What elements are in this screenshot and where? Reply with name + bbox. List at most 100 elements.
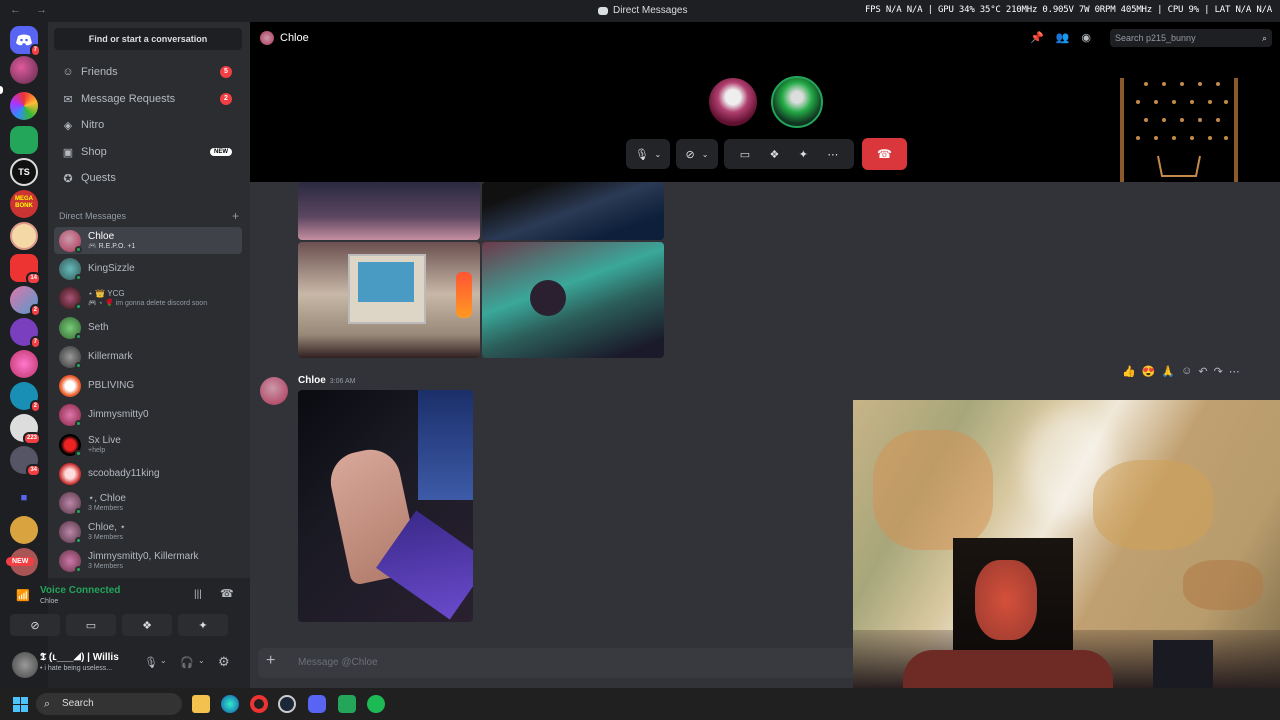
message-author[interactable]: Chloe xyxy=(298,375,326,386)
thumbs-up-reaction-icon[interactable]: 👍 xyxy=(1122,365,1136,378)
dm-name: Sx Live xyxy=(88,434,121,446)
dm-item[interactable]: ⋆ 👑 YCG 🎮 ⋆ 🌹 im gonna delete discord soo… xyxy=(54,284,242,311)
nav-arrows[interactable]: ← → xyxy=(10,4,53,16)
call-actions: ▭ ❖ ✦ ⋯ xyxy=(724,139,854,169)
add-reaction-icon[interactable]: ☺ xyxy=(1181,365,1192,378)
nav-shop[interactable]: ▣ Shop NEW xyxy=(54,140,242,164)
soundboard-icon[interactable]: ✦ xyxy=(799,148,808,161)
call-participant-avatar[interactable] xyxy=(771,76,823,128)
app-icon[interactable] xyxy=(338,695,356,713)
dm-name: Killermark xyxy=(88,351,133,362)
screen-share-button[interactable]: ▭ xyxy=(66,614,116,636)
server-icon[interactable]: TS xyxy=(10,158,38,186)
server-icon[interactable]: 34 xyxy=(10,446,41,477)
call-participant-avatar[interactable] xyxy=(707,76,759,128)
dm-members: 3 Members xyxy=(88,504,124,512)
dm-item[interactable]: Chloe 🎮 R.E.P.O. +1 xyxy=(54,227,242,254)
discord-taskbar-icon[interactable] xyxy=(308,695,326,713)
screen-share-icon[interactable]: ▭ xyxy=(740,148,750,161)
server-icon[interactable] xyxy=(10,126,38,154)
heart-eyes-reaction-icon[interactable]: 😍 xyxy=(1142,365,1156,378)
nav-quests[interactable]: ✪ Quests xyxy=(54,166,242,190)
windows-start-icon[interactable] xyxy=(13,697,28,712)
server-icon[interactable] xyxy=(10,516,38,544)
reply-icon[interactable]: ↶ xyxy=(1198,365,1207,378)
dm-item[interactable]: ⋆, Chloe 3 Members xyxy=(54,489,242,516)
headphones-icon[interactable]: 🎧 xyxy=(180,656,194,669)
folder-icon[interactable]: ■ xyxy=(10,484,38,512)
server-icon[interactable]: 2 xyxy=(10,382,41,413)
dm-item[interactable]: Jimmysmitty0 xyxy=(54,401,242,428)
nav-nitro[interactable]: ◈ Nitro xyxy=(54,113,242,137)
message-avatar[interactable] xyxy=(260,377,288,405)
attached-image[interactable] xyxy=(482,242,664,358)
attached-image[interactable] xyxy=(298,182,480,240)
noise-suppression-icon[interactable]: ||| xyxy=(194,589,202,600)
dm-item[interactable]: scoobady11king xyxy=(54,460,242,487)
attached-image[interactable] xyxy=(482,182,664,240)
server-icon[interactable] xyxy=(10,222,38,250)
server-icon[interactable] xyxy=(10,350,38,378)
dm-item[interactable]: Chloe, ⋆ 3 Members xyxy=(54,518,242,545)
attached-image[interactable] xyxy=(298,242,480,358)
microphone-icon[interactable]: 🎙 xyxy=(144,656,158,669)
activities-icon[interactable]: ❖ xyxy=(769,148,779,161)
user-panel: 📶 Voice Connected Chloe ||| ☎ ⊘ ▭ ❖ ✦ 𝕿 … xyxy=(10,578,250,688)
dm-name: Chloe xyxy=(88,230,115,242)
dm-item[interactable]: KingSizzle xyxy=(54,255,242,282)
dm-item[interactable]: PBLIVING xyxy=(54,372,242,399)
add-attachment-icon[interactable]: + xyxy=(266,652,275,670)
steam-icon[interactable] xyxy=(278,695,296,713)
group-avatar xyxy=(59,520,82,544)
nav-message-requests[interactable]: ✉ Message Requests 2 xyxy=(54,87,242,111)
friends-icon: ☺ xyxy=(62,66,74,78)
pin-icon[interactable]: 📌 xyxy=(1030,31,1044,44)
dm-item[interactable]: Sx Live +help xyxy=(54,431,242,458)
mute-toggle[interactable]: 🎙 ⌄ xyxy=(626,139,670,169)
avatar xyxy=(59,433,82,457)
attached-image[interactable] xyxy=(298,390,473,622)
user-avatar[interactable] xyxy=(12,652,38,678)
spotify-icon[interactable] xyxy=(367,695,385,713)
soundboard-button[interactable]: ✦ xyxy=(178,614,228,636)
disconnect-icon[interactable]: ☎ xyxy=(220,587,234,600)
chevron-down-icon[interactable]: ⌄ xyxy=(198,656,205,665)
server-badge: 223 xyxy=(22,432,41,445)
activities-button[interactable]: ❖ xyxy=(122,614,172,636)
opera-icon[interactable] xyxy=(250,695,268,713)
edge-icon[interactable] xyxy=(221,695,239,713)
gear-icon[interactable]: ⚙ xyxy=(218,654,230,670)
find-conversation-button[interactable]: Find or start a conversation xyxy=(54,28,242,50)
server-icon[interactable] xyxy=(10,92,38,120)
file-explorer-icon[interactable] xyxy=(192,695,210,713)
taskbar-search[interactable]: ⌕ Search xyxy=(36,693,182,715)
create-dm-plus-icon[interactable]: + xyxy=(232,209,239,223)
server-icon[interactable] xyxy=(10,56,38,84)
user-name[interactable]: 𝕿 (ʟ___◢) | Willis xyxy=(40,652,119,663)
more-icon[interactable]: ⋯ xyxy=(827,148,838,161)
home-button[interactable]: 7 xyxy=(10,26,41,57)
dm-item[interactable]: Jimmysmitty0, Killermark 3 Members xyxy=(54,547,242,574)
game-overlay-image xyxy=(1120,78,1238,182)
dm-name: Jimmysmitty0, Killermark xyxy=(88,550,199,562)
chevron-down-icon[interactable]: ⌄ xyxy=(160,656,167,665)
forward-icon[interactable]: ↷ xyxy=(1214,365,1223,378)
server-icon[interactable]: 223 xyxy=(10,414,41,445)
add-friends-icon[interactable]: 👥 xyxy=(1056,31,1070,44)
camera-toggle[interactable]: ⊘ ⌄ xyxy=(676,139,718,169)
dm-item[interactable]: Killermark xyxy=(54,343,242,370)
server-icon[interactable]: 2 xyxy=(10,286,41,317)
voice-channel[interactable]: Chloe xyxy=(40,598,58,605)
server-icon[interactable]: 7 xyxy=(10,318,41,349)
end-call-button[interactable]: ☎ xyxy=(862,138,907,170)
camera-off-button[interactable]: ⊘ xyxy=(10,614,60,636)
server-icon[interactable]: 14 xyxy=(10,254,41,285)
pray-reaction-icon[interactable]: 🙏 xyxy=(1161,365,1175,378)
search-input[interactable]: Search p215_bunny ⌕ xyxy=(1110,29,1272,47)
nav-label: Friends xyxy=(81,66,118,78)
nav-friends[interactable]: ☺ Friends 5 xyxy=(54,60,242,84)
profile-icon[interactable]: ◉ xyxy=(1081,31,1091,44)
server-icon[interactable]: MEGA BONK xyxy=(10,190,38,218)
more-icon[interactable]: ⋯ xyxy=(1229,365,1240,378)
dm-item[interactable]: Seth xyxy=(54,314,242,341)
